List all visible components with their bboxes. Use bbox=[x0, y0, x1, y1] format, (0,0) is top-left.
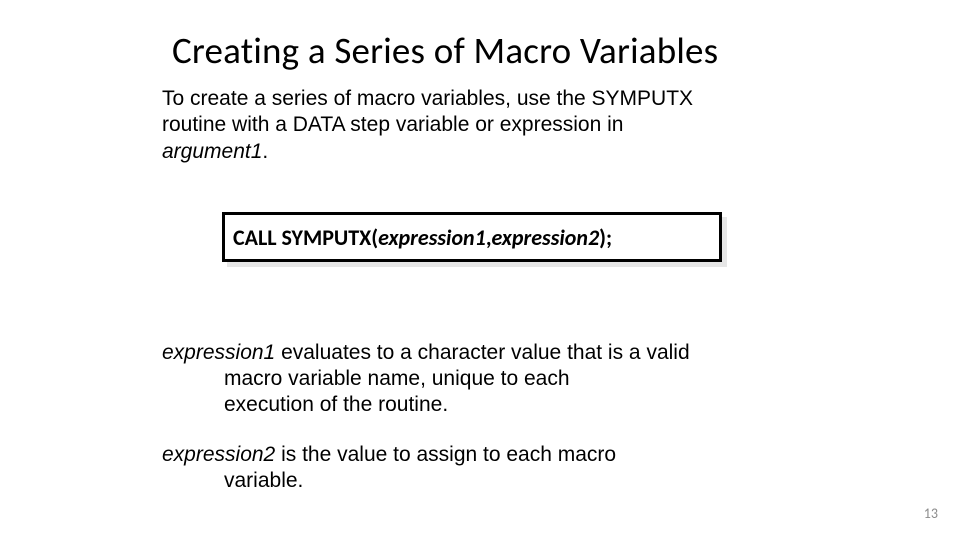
definition-1-text-b: macro variable name, unique to each bbox=[224, 366, 822, 392]
intro-line-1: To create a series of macro variables, u… bbox=[162, 87, 693, 110]
definition-1-text-a: evaluates to a character value that is a… bbox=[275, 341, 689, 364]
code-prefix: CALL SYMPUTX( bbox=[233, 224, 378, 251]
definition-1-text-c: execution of the routine. bbox=[224, 392, 822, 418]
code-expression2: expression2 bbox=[491, 224, 599, 251]
definition-2-text-b: variable. bbox=[224, 468, 822, 494]
definition-2-term: expression2 bbox=[162, 443, 275, 466]
intro-period: . bbox=[262, 140, 268, 163]
page-number: 13 bbox=[924, 505, 938, 522]
intro-line-2: routine with a DATA step variable or exp… bbox=[162, 113, 623, 136]
definitions: expression1 evaluates to a character val… bbox=[162, 340, 822, 518]
definition-2: expression2 is the value to assign to ea… bbox=[162, 442, 822, 494]
definition-1-term: expression1 bbox=[162, 341, 275, 364]
code-suffix: ); bbox=[599, 224, 612, 251]
definition-2-text-a: is the value to assign to each macro bbox=[275, 443, 616, 466]
slide-title: Creating a Series of Macro Variables bbox=[172, 28, 718, 73]
definition-1: expression1 evaluates to a character val… bbox=[162, 340, 822, 418]
syntax-box-frame: CALL SYMPUTX(expression1,expression2); bbox=[222, 212, 722, 262]
intro-paragraph: To create a series of macro variables, u… bbox=[162, 86, 772, 165]
code-expression1: expression1 bbox=[378, 224, 486, 251]
syntax-box: CALL SYMPUTX(expression1,expression2); bbox=[222, 212, 722, 262]
slide: Creating a Series of Macro Variables To … bbox=[0, 0, 960, 540]
intro-argument: argument1 bbox=[162, 140, 262, 163]
